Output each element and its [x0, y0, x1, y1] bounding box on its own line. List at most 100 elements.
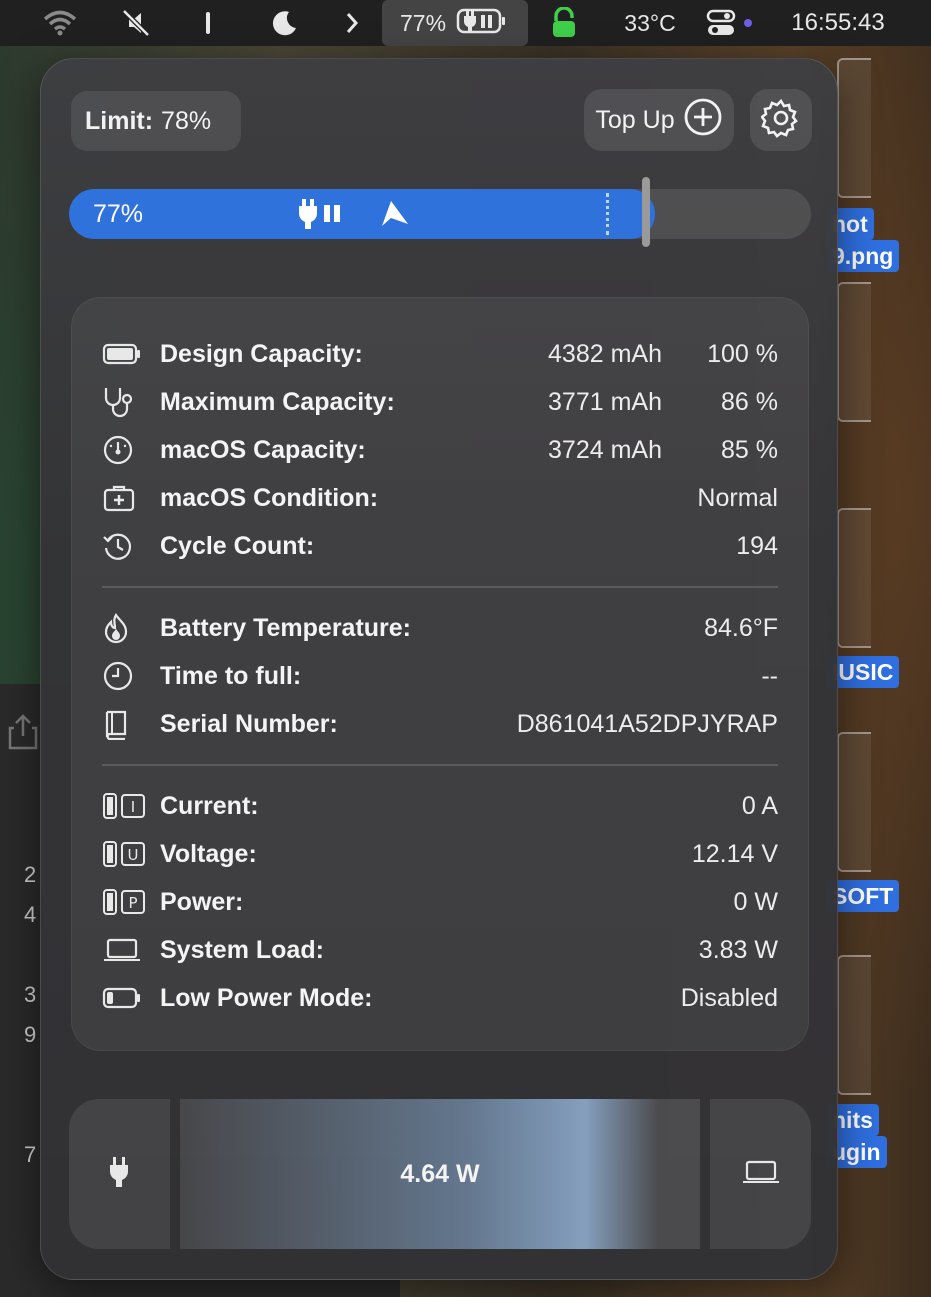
- charge-percent: 77%: [93, 200, 144, 228]
- row-value: 3.83 W: [698, 935, 778, 964]
- window-number: 2: [24, 862, 37, 887]
- menubar-clock: 16:55:43: [791, 9, 885, 36]
- battery-low-icon: [102, 978, 146, 1018]
- row-label: Battery Temperature:: [160, 613, 412, 642]
- row-label: Time to full:: [160, 661, 302, 690]
- section-divider: [102, 764, 778, 766]
- row-label: Power:: [160, 887, 244, 916]
- desktop-file[interactable]: [837, 955, 871, 1095]
- svg-text:U: U: [128, 846, 139, 864]
- stethoscope-icon: [102, 382, 146, 422]
- battery-full-icon: [102, 334, 146, 374]
- flame-icon: [102, 608, 146, 648]
- laptop-icon: [741, 1159, 781, 1190]
- section-divider: [102, 586, 778, 588]
- row-value: 0 W: [733, 887, 778, 916]
- window-number: 3: [24, 982, 37, 1007]
- macos-capacity-row: macOS Capacity: 3724 mAh 85 %: [102, 426, 778, 474]
- svg-text:P: P: [128, 894, 137, 912]
- power-row: P Power: 0 W: [102, 878, 778, 926]
- row-mah: 4382 mAh: [548, 339, 662, 368]
- top-up-button[interactable]: Top Up: [584, 89, 734, 151]
- laptop-icon: [102, 930, 146, 970]
- history-icon: [102, 526, 146, 566]
- desktop-file[interactable]: [837, 732, 871, 872]
- battery-plug-icon: [456, 7, 508, 40]
- current-row: I Current: 0 A: [102, 782, 778, 830]
- limit-badge[interactable]: Limit: 78%: [71, 91, 241, 151]
- share-icon[interactable]: [8, 714, 38, 755]
- voltage-row: U Voltage: 12.14 V: [102, 830, 778, 878]
- row-percent: 85 %: [721, 435, 778, 464]
- charge-fill: 77%: [69, 189, 655, 239]
- row-mah: 3771 mAh: [548, 387, 662, 416]
- menubar-battery-percent: 77%: [400, 9, 447, 36]
- menu-bar: 77% 33°C 16:55:43: [0, 0, 931, 46]
- chevron-right-icon[interactable]: [340, 0, 364, 46]
- power-source[interactable]: [69, 1099, 170, 1249]
- power-flow-rate: 4.64 W: [180, 1099, 700, 1249]
- battery-temperature-row: Battery Temperature: 84.6°F: [102, 604, 778, 652]
- bar-icon[interactable]: [198, 0, 218, 46]
- battery-power-icon: P: [102, 882, 146, 922]
- medical-kit-icon: [102, 478, 146, 518]
- moon-icon[interactable]: [266, 0, 302, 46]
- power-flow-value: 4.64 W: [400, 1159, 480, 1188]
- plus-circle-icon: [683, 97, 723, 144]
- book-icon: [102, 704, 146, 744]
- desktop-file[interactable]: [837, 58, 871, 198]
- battery-voltage-icon: U: [102, 834, 146, 874]
- plug-icon: [108, 1155, 132, 1194]
- row-value: --: [761, 661, 778, 690]
- menubar-temperature: 33°C: [624, 9, 676, 36]
- mute-icon[interactable]: [118, 0, 154, 46]
- desktop-file[interactable]: [837, 508, 871, 648]
- sail-icon: [379, 199, 411, 234]
- row-label: Maximum Capacity:: [160, 387, 395, 416]
- lock-icon[interactable]: [548, 0, 580, 46]
- limit-marker: [606, 193, 609, 235]
- clock-icon: [102, 656, 146, 696]
- time-to-full-row: Time to full: --: [102, 652, 778, 700]
- design-capacity-row: Design Capacity: 4382 mAh 100 %: [102, 330, 778, 378]
- menubar-battery[interactable]: 77%: [382, 0, 528, 46]
- battery-current-icon: I: [102, 786, 146, 826]
- top-up-label: Top Up: [595, 105, 675, 134]
- row-value: 194: [736, 531, 778, 560]
- row-value: Disabled: [680, 983, 778, 1012]
- plug-pause-icon: [297, 197, 347, 236]
- control-center-icon[interactable]: [704, 0, 756, 46]
- limit-handle[interactable]: [642, 177, 650, 247]
- maximum-capacity-row: Maximum Capacity: 3771 mAh 86 %: [102, 378, 778, 426]
- row-percent: 100 %: [707, 339, 778, 368]
- row-mah: 3724 mAh: [548, 435, 662, 464]
- row-label: Current:: [160, 791, 259, 820]
- row-label: macOS Capacity:: [160, 435, 366, 464]
- serial-number-row: Serial Number: D861041A52DPJYRAP: [102, 700, 778, 748]
- row-label: System Load:: [160, 935, 324, 964]
- settings-button[interactable]: [750, 89, 812, 151]
- window-number: 7: [24, 1142, 37, 1167]
- row-label: macOS Condition:: [160, 483, 379, 512]
- row-value: 0 A: [741, 791, 778, 820]
- gauge-icon: [102, 430, 146, 470]
- wifi-icon[interactable]: [40, 0, 80, 46]
- system-load-row: System Load: 3.83 W: [102, 926, 778, 974]
- svg-text:I: I: [131, 798, 135, 816]
- limit-label: Limit:: [85, 106, 154, 135]
- row-value: 84.6°F: [704, 613, 778, 642]
- row-value: D861041A52DPJYRAP: [516, 709, 778, 738]
- charge-bar[interactable]: 77%: [69, 189, 811, 239]
- gear-icon: [760, 98, 801, 143]
- desktop-file[interactable]: [837, 282, 871, 422]
- battery-info-card: Design Capacity: 4382 mAh 100 % Maximum …: [71, 297, 809, 1051]
- row-label: Voltage:: [160, 839, 257, 868]
- power-sink[interactable]: [710, 1099, 811, 1249]
- row-label: Cycle Count:: [160, 531, 315, 560]
- row-percent: 86 %: [721, 387, 778, 416]
- power-flow: 4.64 W: [69, 1099, 811, 1249]
- row-label: Design Capacity:: [160, 339, 363, 368]
- battery-popover: Limit: 78% Top Up 77% Design Capacity: 4…: [40, 58, 838, 1280]
- row-value: 12.14 V: [691, 839, 778, 868]
- cycle-count-row: Cycle Count: 194: [102, 522, 778, 570]
